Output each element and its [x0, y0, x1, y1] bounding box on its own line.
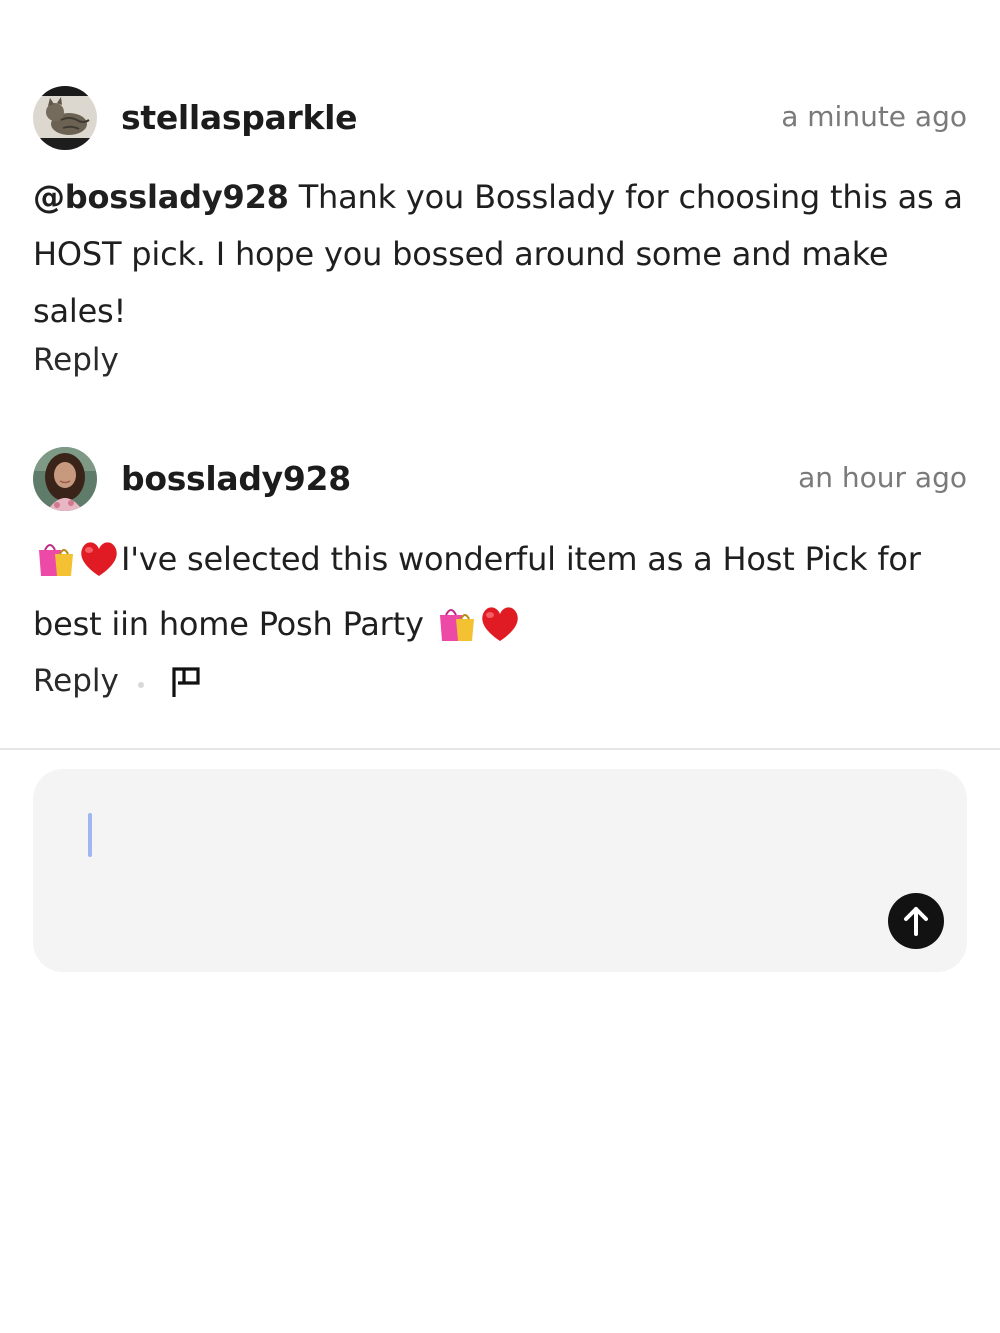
cat-avatar-icon [33, 86, 97, 150]
user-avatar[interactable] [33, 447, 97, 511]
separator-dot [138, 682, 144, 688]
woman-avatar-icon [33, 447, 97, 511]
comment-input[interactable] [33, 769, 967, 972]
shopping-bags-emoji-icon [434, 603, 478, 661]
divider [0, 748, 1000, 750]
comment-actions: Reply [33, 342, 967, 382]
comment-text: I've selected this wonderful item as a H… [33, 531, 967, 661]
text-cursor [88, 813, 92, 857]
reply-button[interactable]: Reply [33, 342, 119, 378]
user-avatar[interactable] [33, 86, 97, 150]
reply-button[interactable]: Reply [33, 663, 119, 699]
timestamp: a minute ago [781, 100, 967, 133]
comment: stellasparkle a minute ago @bosslady928 … [33, 86, 967, 382]
flag-icon[interactable] [170, 665, 204, 699]
red-heart-emoji-icon [77, 538, 121, 596]
username[interactable]: stellasparkle [121, 98, 358, 137]
arrow-up-icon [904, 907, 928, 936]
timestamp: an hour ago [798, 461, 967, 494]
comment-header: stellasparkle a minute ago [33, 86, 967, 152]
send-button[interactable] [888, 893, 944, 949]
red-heart-emoji-icon [478, 603, 522, 661]
comment-actions: Reply [33, 663, 967, 703]
comment: bosslady928 an hour ago I've selected th… [33, 447, 967, 703]
username[interactable]: bosslady928 [121, 459, 351, 498]
shopping-bags-emoji-icon [33, 538, 77, 596]
comment-header: bosslady928 an hour ago [33, 447, 967, 513]
comment-text: @bosslady928 Thank you Bosslady for choo… [33, 169, 967, 340]
mention-link[interactable]: @bosslady928 [33, 178, 289, 216]
